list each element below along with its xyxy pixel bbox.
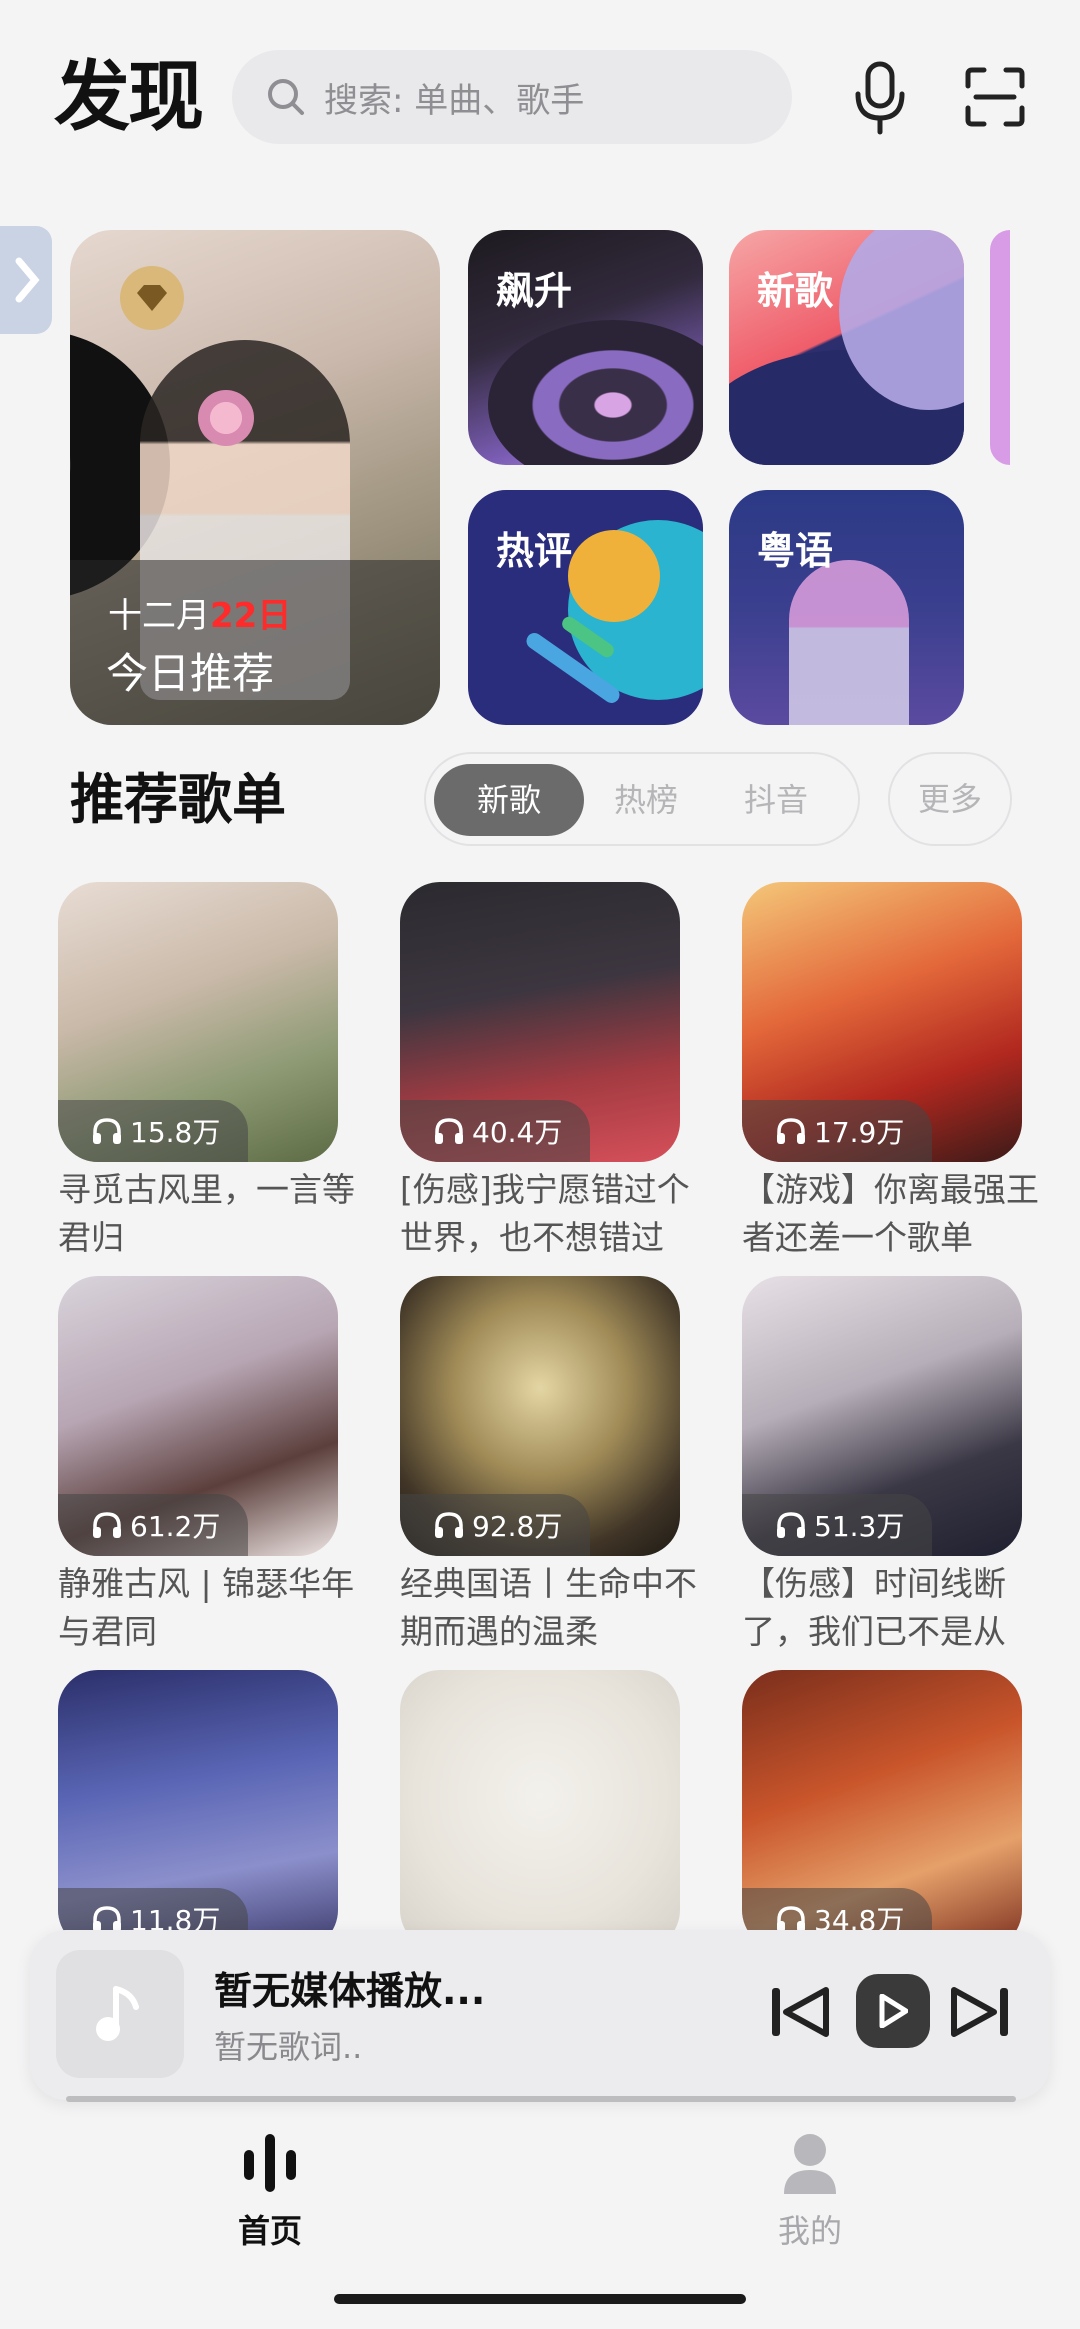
microphone-icon[interactable] [850, 60, 910, 136]
playlist-card[interactable]: 15.8万寻觅古风里，一言等君归 [58, 882, 355, 1262]
headphones-icon [435, 1118, 463, 1144]
play-count-badge: 15.8万 [58, 1100, 249, 1162]
diamond-badge-icon [120, 266, 184, 330]
playlist-card[interactable]: 11.8万 [58, 1670, 338, 1950]
playlist-cover [400, 1670, 680, 1950]
now-playing-title: 暂无媒体播放... [214, 1969, 486, 2013]
playlist-name: 经典国语丨生命中不期而遇的温柔 [400, 1564, 697, 1651]
daily-month: 十二月 [108, 596, 210, 636]
play-count-badge: 61.2万 [58, 1494, 249, 1556]
headphones-icon [777, 1906, 805, 1932]
playlist-cover: 92.8万 [400, 1276, 680, 1556]
turntable-graphic [488, 320, 703, 465]
mini-player[interactable]: 暂无媒体播放... 暂无歌词.. [30, 1930, 1050, 2100]
section-title: 推荐歌单 [70, 768, 286, 831]
playlist-card[interactable]: 17.9万【游戏】你离最强王者还差一个歌单 [742, 882, 1039, 1262]
music-note-icon [96, 1986, 139, 2041]
playlist-card[interactable]: 92.8万经典国语丨生命中不期而遇的温柔 [400, 1276, 697, 1656]
play-count: 40.4万 [472, 1116, 563, 1149]
circle-graphic [568, 530, 660, 622]
scan-icon[interactable] [964, 66, 1026, 128]
chart-tile-rising[interactable]: 飙升 [468, 230, 703, 465]
chart-tile-new-songs[interactable]: 新歌 [729, 230, 964, 465]
play-count-badge: 40.4万 [400, 1100, 591, 1162]
playlist-name: 寻觅古风里，一言等君归 [58, 1170, 355, 1257]
playlist-card[interactable]: 34.8万 [742, 1670, 1022, 1950]
headphones-icon [777, 1512, 805, 1538]
side-drawer-handle[interactable] [0, 226, 52, 334]
tile-label: 粤语 [757, 529, 834, 573]
play-count: 17.9万 [814, 1116, 905, 1149]
headphones-icon [435, 1512, 463, 1538]
daily-recommend-card[interactable]: 十二月22日 今日推荐 [70, 230, 440, 725]
home-indicator [334, 2294, 746, 2304]
playlist-tabs: 新歌 热榜 抖音 [424, 752, 860, 846]
next-track-icon[interactable] [950, 1984, 1010, 2040]
search-icon [268, 79, 304, 115]
playlist-name: 静雅古风 | 锦瑟华年与君同 [58, 1564, 355, 1651]
chart-tile-partial[interactable] [990, 230, 1010, 465]
tile-label: 热评 [496, 529, 573, 573]
flower-decoration [198, 390, 254, 446]
headphones-icon [777, 1118, 805, 1144]
play-count-badge: 17.9万 [742, 1100, 933, 1162]
playlist-card[interactable]: 51.3万【伤感】时间线断了，我们已不是从 [742, 1276, 1022, 1656]
nav-home-label: 首页 [237, 2212, 302, 2250]
chart-tile-cantonese[interactable]: 粤语 [729, 490, 964, 725]
headphones-icon [93, 1118, 121, 1144]
playlist-cover: 11.8万 [58, 1670, 338, 1950]
play-count: 92.8万 [472, 1510, 563, 1543]
playback-progress-bar[interactable] [66, 2096, 1016, 2102]
play-count: 15.8万 [130, 1116, 221, 1149]
tile-label: 新歌 [757, 269, 834, 313]
playlist-name: [伤感]我宁愿错过个世界，也不想错过 [400, 1170, 690, 1257]
playlist-cover: 17.9万 [742, 882, 1022, 1162]
play-icon [879, 1994, 908, 2028]
page-title: 发现 [54, 52, 204, 141]
chart-tile-hot-comments[interactable]: 热评 [468, 490, 703, 725]
daily-label: 今日推荐 [106, 649, 275, 698]
headphones-icon [93, 1906, 121, 1932]
nav-mine-label: 我的 [777, 2212, 842, 2250]
playlist-card[interactable]: 40.4万 [伤感]我宁愿错过个世界，也不想错过 [400, 882, 690, 1262]
tab-hot-list[interactable]: 热榜 [586, 764, 706, 836]
chevron-right-icon [15, 257, 40, 303]
tab-douyin[interactable]: 抖音 [716, 764, 836, 836]
playlist-card[interactable] [400, 1670, 680, 1950]
previous-track-icon[interactable] [770, 1984, 830, 2040]
playlist-card[interactable]: 61.2万静雅古风 | 锦瑟华年与君同 [58, 1276, 354, 1656]
playlist-cover: 61.2万 [58, 1276, 338, 1556]
tile-label: 飙升 [496, 269, 573, 313]
daily-date: 十二月22日 [108, 588, 291, 637]
play-count-badge: 51.3万 [742, 1494, 933, 1556]
playlist-cover: 15.8万 [58, 882, 338, 1162]
more-button[interactable]: 更多 [888, 752, 1012, 846]
playlist-cover: 51.3万 [742, 1276, 1022, 1556]
search-placeholder: 搜索: 单曲、歌手 [324, 80, 585, 121]
play-count: 61.2万 [130, 1510, 221, 1543]
user-icon [784, 2134, 836, 2194]
play-count: 51.3万 [814, 1510, 905, 1543]
play-count-badge: 92.8万 [400, 1494, 591, 1556]
daily-day: 22日 [210, 596, 292, 636]
album-art-placeholder [56, 1950, 184, 2078]
playlist-name: 【伤感】时间线断了，我们已不是从 [742, 1564, 1006, 1651]
nav-home[interactable]: 首页 [170, 2130, 370, 2252]
nav-mine[interactable]: 我的 [710, 2130, 910, 2252]
playlist-cover: 34.8万 [742, 1670, 1022, 1950]
home-bars-icon [244, 2134, 296, 2192]
cover-image [789, 560, 909, 725]
headphones-icon [93, 1512, 121, 1538]
now-playing-lyric: 暂无歌词.. [214, 2028, 363, 2066]
playlist-cover: 40.4万 [400, 882, 680, 1162]
search-bar[interactable]: 搜索: 单曲、歌手 [232, 50, 792, 144]
playlist-name: 【游戏】你离最强王者还差一个歌单 [742, 1170, 1039, 1257]
play-button[interactable] [856, 1974, 930, 2048]
tab-new-songs[interactable]: 新歌 [434, 764, 584, 836]
